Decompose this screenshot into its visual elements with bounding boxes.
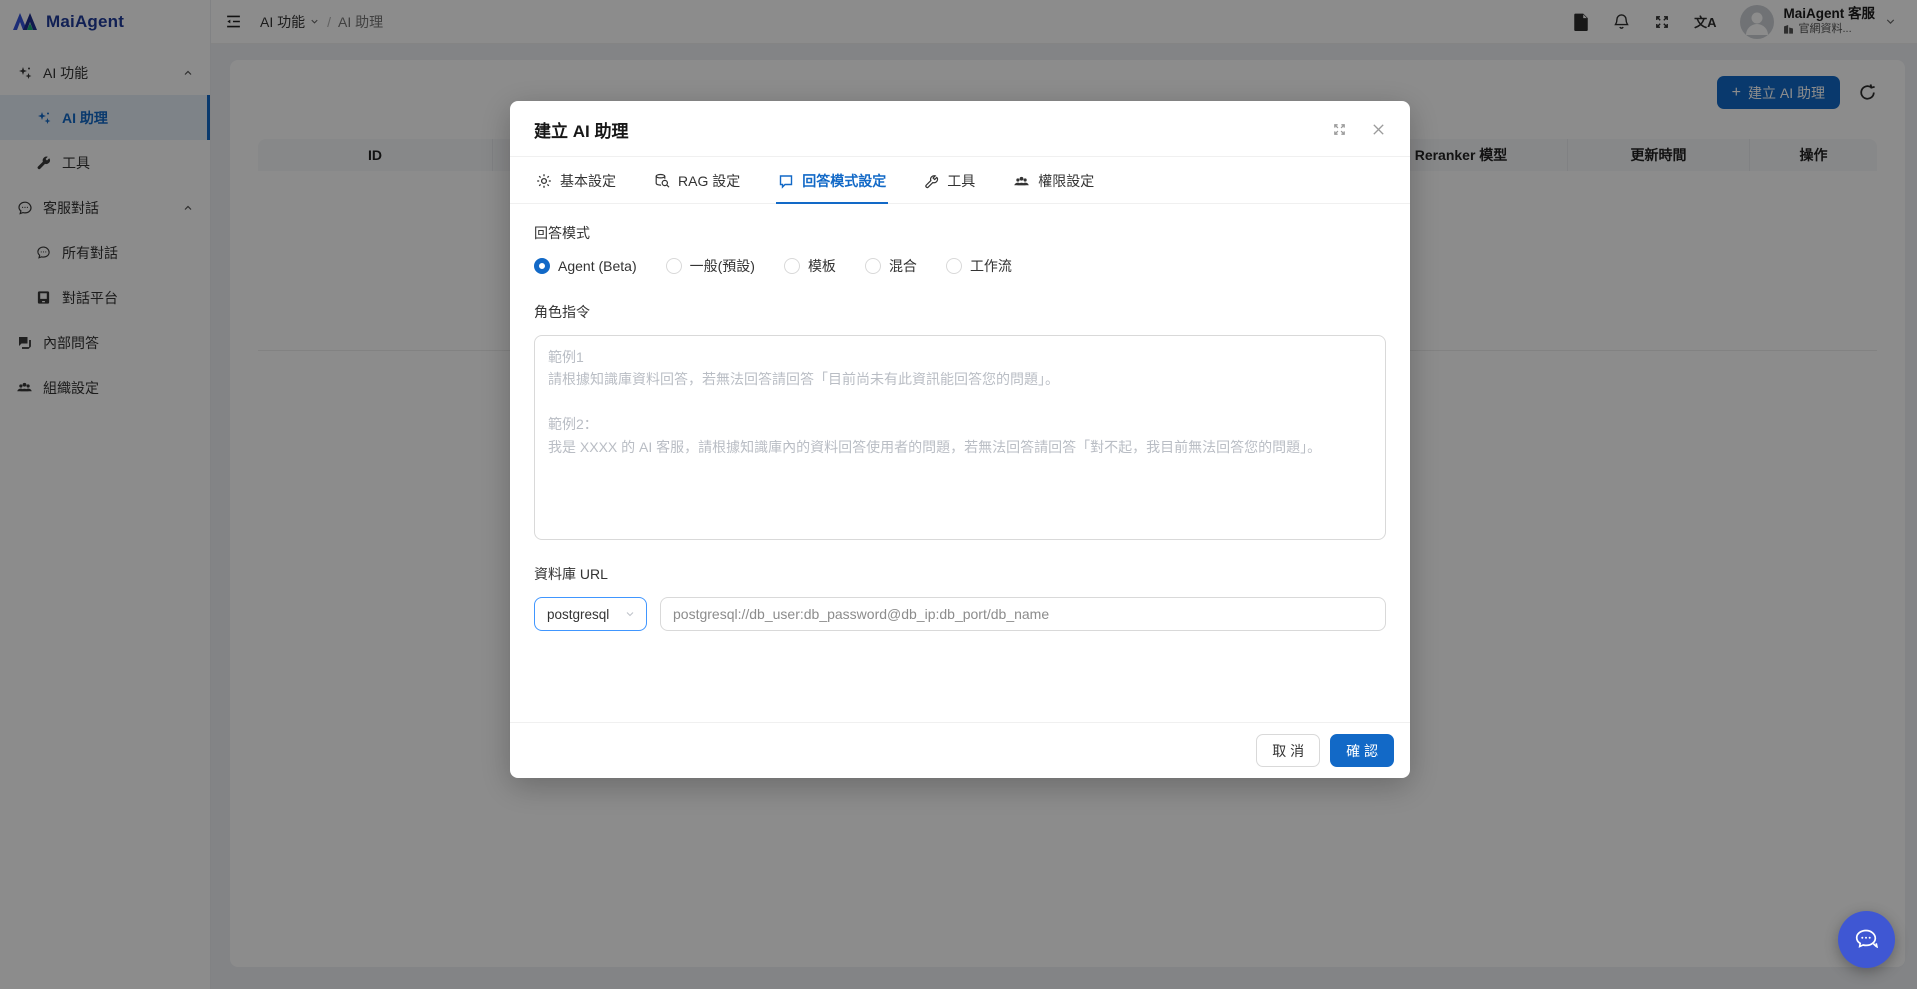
modal-body: 回答模式 Agent (Beta) 一般(預設) 模板 混合 工作流 角色指令 …: [510, 204, 1410, 722]
radio-dot: [864, 258, 881, 274]
radio-dot: [665, 258, 682, 274]
chevron-down-icon: [624, 608, 636, 620]
radio-general-default[interactable]: 一般(預設): [665, 256, 755, 276]
close-icon[interactable]: [1371, 122, 1386, 137]
chat-square-icon: [778, 173, 794, 189]
role-instructions-label: 角色指令: [534, 304, 590, 320]
answer-mode-label: 回答模式: [534, 225, 590, 241]
database-url-row: postgresql: [534, 597, 1386, 631]
wrench-icon: [924, 174, 939, 189]
tab-permission-settings[interactable]: 權限設定: [1011, 157, 1096, 204]
modal-footer: 取 消 確 認: [510, 722, 1410, 778]
radio-agent-beta[interactable]: Agent (Beta): [534, 258, 637, 274]
answer-mode-radio-group: Agent (Beta) 一般(預設) 模板 混合 工作流: [534, 256, 1386, 276]
database-search-icon: [654, 173, 670, 189]
expand-icon[interactable]: [1332, 122, 1347, 137]
database-type-select[interactable]: postgresql: [534, 597, 647, 631]
database-url-input[interactable]: [660, 597, 1386, 631]
tab-basic-settings[interactable]: 基本設定: [534, 157, 618, 204]
chat-widget-button[interactable]: [1838, 911, 1895, 968]
gear-icon: [536, 173, 552, 189]
database-type-value: postgresql: [547, 606, 610, 622]
tab-answer-mode-settings[interactable]: 回答模式設定: [776, 157, 889, 204]
radio-hybrid[interactable]: 混合: [864, 256, 917, 276]
confirm-button[interactable]: 確 認: [1330, 734, 1394, 767]
radio-dot: [534, 258, 550, 274]
cancel-button[interactable]: 取 消: [1256, 734, 1321, 767]
tab-tools[interactable]: 工具: [922, 157, 977, 204]
modal-title: 建立 AI 助理: [534, 122, 629, 141]
radio-template[interactable]: 模板: [783, 256, 836, 276]
role-instructions-textarea[interactable]: [534, 335, 1386, 540]
database-url-label: 資料庫 URL: [534, 566, 608, 582]
create-assistant-modal: 建立 AI 助理 基本設定 RAG 設定 回答模式設定 工具 權限設定 回答模式…: [510, 101, 1410, 778]
modal-tabs: 基本設定 RAG 設定 回答模式設定 工具 權限設定: [510, 157, 1410, 204]
tab-rag-settings[interactable]: RAG 設定: [652, 157, 742, 204]
people-group-icon: [1013, 173, 1030, 190]
chat-bubbles-icon: [1852, 925, 1882, 955]
modal-header: 建立 AI 助理: [510, 101, 1410, 157]
radio-dot: [945, 258, 962, 274]
modal-header-icons: [1332, 122, 1386, 137]
radio-workflow[interactable]: 工作流: [945, 256, 1012, 276]
radio-dot: [783, 258, 800, 274]
